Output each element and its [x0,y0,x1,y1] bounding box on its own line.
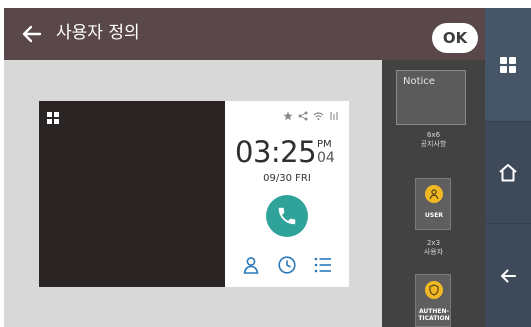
clock-ampm: PM [317,139,332,150]
list-icon[interactable] [313,255,333,275]
shield-badge-icon [425,281,443,299]
user-badge-icon [425,185,443,203]
user-widget-name: 사용자 [423,248,444,256]
back-arrow-icon [501,269,516,282]
notice-widget-size: 6x6 [426,131,441,139]
share-icon [298,111,308,121]
clock-time: 03:25 [235,135,317,169]
status-icons [283,111,339,121]
authentication-widget-label-1: AUTHEN- [418,308,450,315]
apps-grid-icon [500,56,516,73]
layout-preview-area: 03:25 PM 04 09/30 FRI [4,60,382,327]
notice-widget-title: Notice [403,76,435,87]
right-navigation [485,8,531,327]
nav-home-button[interactable] [485,121,531,223]
clock-date: 09/30 FRI [263,173,311,184]
header-bar: 사용자 정의 OK [4,8,485,60]
preview-dark-panel[interactable] [39,101,225,287]
wifi-icon [313,112,324,121]
star-icon [283,111,293,121]
home-icon [499,163,517,181]
user-icon[interactable] [241,255,261,275]
page-title: 사용자 정의 [56,23,140,43]
authentication-widget-label-2: TICATION [418,315,450,322]
user-widget-size: 2x3 [426,239,441,247]
quick-actions [225,255,349,275]
nav-back-button[interactable] [485,223,531,327]
phone-icon [278,207,296,225]
ok-button[interactable]: OK [432,23,478,53]
notice-widget[interactable]: Notice [396,70,466,125]
clock-icon[interactable] [277,255,297,275]
apps-grid-icon[interactable] [47,109,59,128]
back-arrow-icon[interactable] [20,22,44,46]
user-widget-label: USER [425,212,443,219]
user-widget[interactable]: USER [415,178,451,230]
nav-apps-button[interactable] [485,8,531,121]
notice-widget-name: 공지사항 [420,140,447,148]
widget-strip: Notice 6x6 공지사항 USER 2x3 사용자 AUTHEN- TIC… [382,60,485,327]
signal-icon [330,112,338,120]
app-screen: 사용자 정의 OK 03:25 PM 04 09/30 FRI Notice 6… [4,8,531,327]
authentication-widget[interactable]: AUTHEN- TICATION [415,274,451,327]
preview-clock-panel: 03:25 PM 04 09/30 FRI [225,101,349,287]
clock-seconds: 04 [317,150,335,166]
call-button[interactable] [266,195,308,237]
